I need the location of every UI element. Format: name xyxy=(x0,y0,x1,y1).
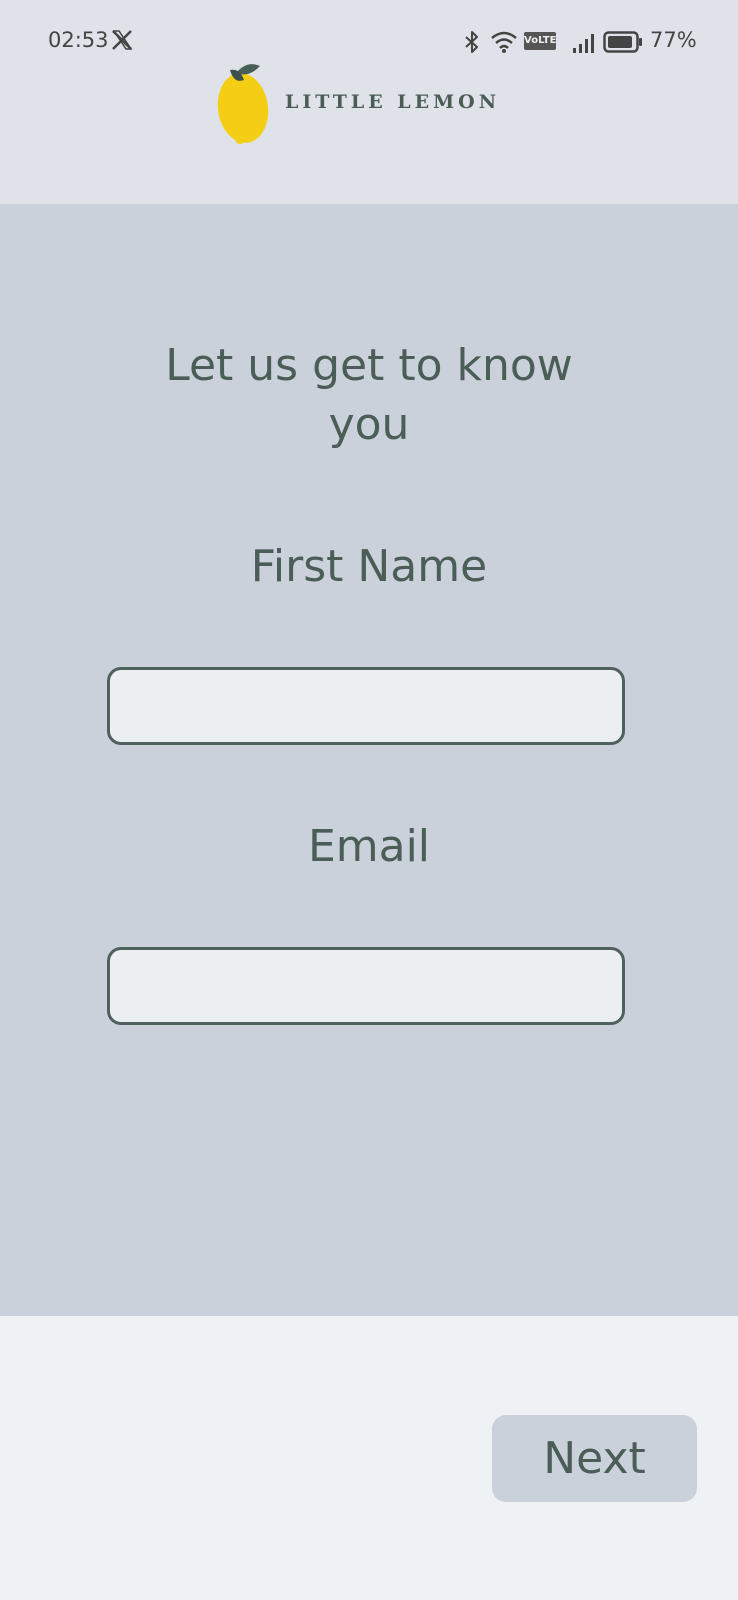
wifi-icon xyxy=(491,31,517,53)
signal-icon xyxy=(573,34,594,53)
first-name-input[interactable] xyxy=(107,667,625,745)
first-name-label: First Name xyxy=(250,541,488,592)
app-logo: LITTLE LEMON xyxy=(216,60,526,146)
bluetooth-icon xyxy=(465,31,478,53)
status-bar: 02:53 VoLTE 77% xyxy=(0,24,738,60)
top-bar: 02:53 VoLTE 77% LITTLE LEMON xyxy=(0,0,738,204)
volte-icon: VoLTE xyxy=(524,32,556,50)
battery-percentage: 77% xyxy=(650,28,697,52)
x-icon xyxy=(112,30,133,50)
next-button[interactable]: Next xyxy=(492,1415,697,1502)
form-title: Let us get to know you xyxy=(165,340,573,450)
status-time: 02:53 xyxy=(48,28,109,52)
email-label: Email xyxy=(307,821,431,872)
battery-icon xyxy=(603,31,642,53)
email-input[interactable] xyxy=(107,947,625,1025)
logo-text: LITTLE LEMON xyxy=(285,91,501,113)
lemon-icon xyxy=(217,64,269,144)
